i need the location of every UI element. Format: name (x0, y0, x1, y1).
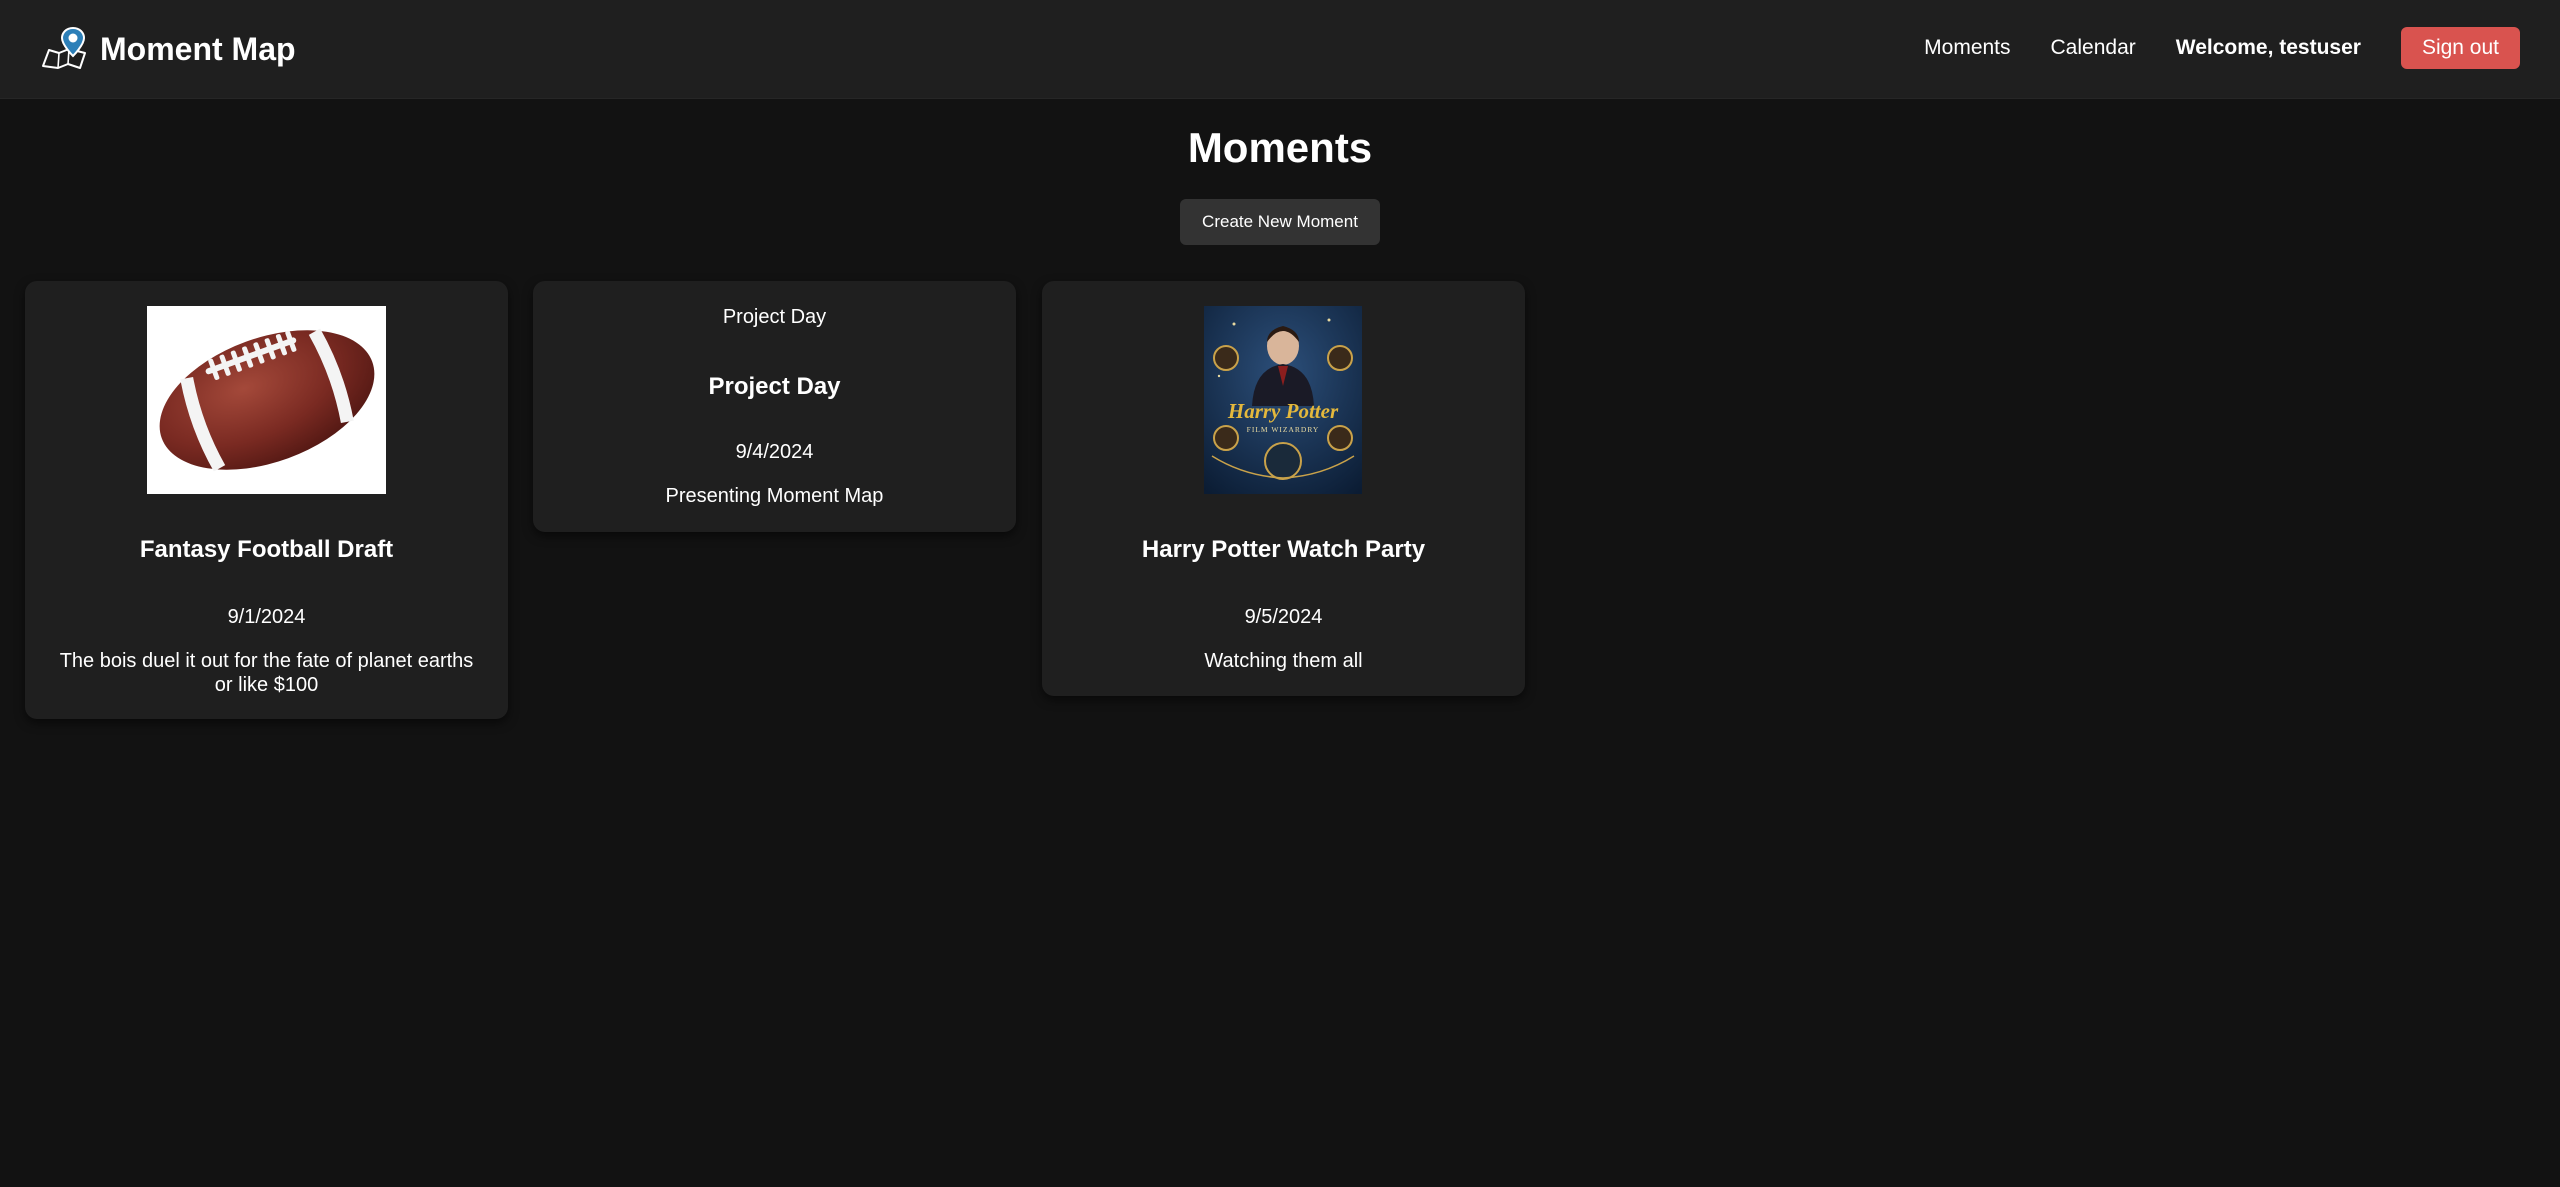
nav-link-moments[interactable]: Moments (1924, 36, 2010, 60)
moment-card[interactable]: Harry Potter FILM WIZARDRY Harry Potter … (1042, 281, 1525, 696)
main-nav: Moments Calendar Welcome, testuser Sign … (1924, 27, 2520, 69)
create-new-moment-button[interactable]: Create New Moment (1180, 199, 1380, 245)
brand-link[interactable]: Moment Map (40, 26, 296, 72)
top-navbar: Moment Map Moments Calendar Welcome, tes… (0, 0, 2560, 99)
map-pin-icon (40, 26, 88, 72)
card-description: The bois duel it out for the fate of pla… (59, 650, 474, 696)
sign-out-button[interactable]: Sign out (2400, 27, 2520, 69)
page-title: Moments (1187, 124, 1373, 171)
football-image (147, 306, 386, 494)
welcome-text: Welcome, testuser (2175, 36, 2361, 59)
harry-potter-cover-image: Harry Potter FILM WIZARDRY (1204, 306, 1362, 494)
card-image-fallback-text: Project Day (722, 306, 827, 328)
cover-subtitle-text: FILM WIZARDRY (1247, 425, 1320, 434)
card-date: 9/4/2024 (735, 441, 814, 463)
card-description: Presenting Moment Map (665, 485, 884, 507)
cover-title-text: Harry Potter (1227, 399, 1339, 423)
card-date: 9/5/2024 (1244, 606, 1323, 628)
moment-card[interactable]: Project Day Project Day 9/4/2024 Present… (533, 281, 1016, 532)
card-title: Project Day (708, 373, 841, 400)
card-title: Harry Potter Watch Party (1141, 536, 1426, 563)
moment-card[interactable]: Fantasy Football Draft 9/1/2024 The bois… (25, 281, 508, 719)
card-title: Fantasy Football Draft (139, 536, 394, 563)
nav-link-calendar[interactable]: Calendar (2051, 36, 2136, 60)
card-date: 9/1/2024 (227, 606, 306, 628)
app-title: Moment Map (100, 30, 296, 67)
card-description: Watching them all (1204, 650, 1363, 672)
